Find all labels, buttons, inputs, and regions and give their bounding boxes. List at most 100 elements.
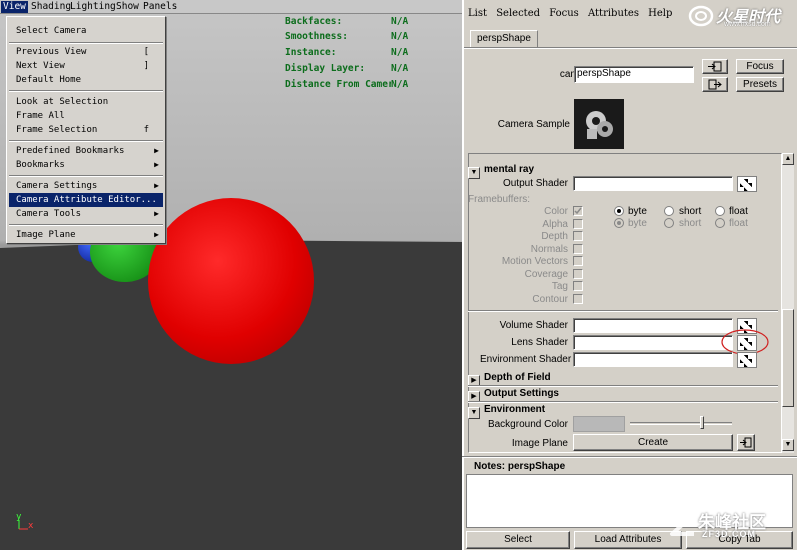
- lens-shader-label: Lens Shader: [511, 337, 568, 348]
- hud-value: N/A: [391, 63, 409, 74]
- menu-selected[interactable]: Selected: [496, 8, 540, 19]
- menu-item-camera-attribute-editor[interactable]: Camera Attribute Editor...: [9, 193, 163, 207]
- radio-label: short: [679, 206, 702, 217]
- menu-focus[interactable]: Focus: [549, 8, 579, 19]
- output-shader-label: Output Shader: [502, 178, 568, 189]
- focus-button[interactable]: Focus: [736, 59, 784, 74]
- menu-item-next-view[interactable]: Next View]: [9, 59, 163, 73]
- section-output-settings[interactable]: ▶ Output Settings: [468, 387, 778, 403]
- image-plane-label: Image Plane: [511, 438, 568, 449]
- section-title: Output Settings: [484, 388, 559, 399]
- menu-panels[interactable]: Panels: [141, 1, 179, 13]
- section-depth-of-field[interactable]: ▶ Depth of Field: [468, 371, 778, 387]
- submenu-arrow-icon: ▶: [154, 209, 159, 218]
- framebuffers-label: Framebuffers:: [468, 194, 531, 205]
- menu-item-camera-tools[interactable]: Camera Tools ▶: [9, 207, 163, 221]
- camera-sample-icon: [586, 111, 613, 139]
- section-divider: [468, 310, 778, 312]
- menu-lighting[interactable]: Lighting: [68, 1, 118, 13]
- map-button-icon[interactable]: [737, 352, 757, 368]
- red-sphere[interactable]: [148, 198, 314, 364]
- menu-item-frame-all[interactable]: Frame All: [9, 109, 163, 123]
- tab-divider: [464, 47, 797, 49]
- background-color-label: Background Color: [487, 419, 568, 430]
- menu-help[interactable]: Help: [648, 8, 672, 19]
- radio-label: float: [729, 218, 748, 229]
- go-to-input-button[interactable]: [702, 59, 728, 74]
- hud-value: N/A: [391, 16, 409, 27]
- output-connection-icon: [708, 79, 722, 90]
- camera-sample-label: Camera Sample: [497, 119, 570, 130]
- shortcut-label: [: [143, 47, 149, 57]
- input-connection-icon: [708, 61, 722, 72]
- section-environment[interactable]: ▼ Environment: [468, 403, 778, 419]
- menu-item-select-camera[interactable]: Select Camera: [9, 24, 163, 38]
- buffer-coverage-checkbox[interactable]: [573, 269, 583, 279]
- input-connection-icon: [740, 437, 752, 448]
- menu-view[interactable]: View: [1, 1, 28, 13]
- menu-item-bookmarks[interactable]: Bookmarks ▶: [9, 158, 163, 172]
- scroll-down-arrow-icon[interactable]: ▼: [782, 439, 794, 451]
- map-button-icon[interactable]: [737, 176, 757, 192]
- menu-separator: [9, 224, 163, 226]
- menu-item-previous-view[interactable]: Previous View[: [9, 45, 163, 59]
- menu-show[interactable]: Show: [114, 1, 141, 13]
- watermark-url: ZF3D.COM: [702, 529, 756, 539]
- menu-item-frame-selection[interactable]: Frame Selection f: [9, 123, 163, 137]
- buffer-label: Depth: [541, 231, 568, 242]
- buffer-normals-checkbox[interactable]: [573, 244, 583, 254]
- menu-item-default-home[interactable]: Default Home: [9, 73, 163, 87]
- radio-float[interactable]: [715, 206, 725, 216]
- collapse-arrow-icon: ▼: [468, 407, 480, 419]
- hud-label: Instance:: [285, 47, 337, 58]
- scrollbar-thumb[interactable]: [782, 309, 794, 407]
- tab-perspshape[interactable]: perspShape: [470, 30, 538, 47]
- create-image-plane-button[interactable]: Create: [573, 434, 733, 451]
- view-menu-dropdown: Select Camera Previous View[ Next View] …: [6, 16, 166, 244]
- section-mental-ray[interactable]: ▼ mental ray: [468, 163, 778, 179]
- buffer-contour-checkbox[interactable]: [573, 294, 583, 304]
- buffer-tag-checkbox[interactable]: [573, 281, 583, 291]
- buffer-label: Normals: [530, 244, 568, 255]
- hud-value: N/A: [391, 47, 409, 58]
- environment-shader-field[interactable]: [573, 352, 733, 367]
- menu-item-camera-settings[interactable]: Camera Settings ▶: [9, 179, 163, 193]
- background-color-swatch[interactable]: [573, 416, 625, 432]
- scroll-up-arrow-icon[interactable]: ▲: [782, 153, 794, 165]
- hud-label: Display Layer:: [285, 63, 366, 74]
- section-title: Environment: [484, 404, 546, 415]
- radio-short[interactable]: [664, 206, 674, 216]
- attribute-editor-menubar: List Selected Focus Attributes Help: [464, 8, 674, 22]
- buffer-motion-vectors-checkbox[interactable]: [573, 256, 583, 266]
- buffer-depth-checkbox[interactable]: [573, 231, 583, 241]
- menu-shading[interactable]: Shading: [29, 1, 73, 13]
- menu-item-predefined-bookmarks[interactable]: Predefined Bookmarks ▶: [9, 144, 163, 158]
- presets-button[interactable]: Presets: [736, 77, 784, 92]
- output-shader-field[interactable]: [573, 176, 733, 191]
- menu-attributes[interactable]: Attributes: [588, 8, 639, 19]
- hud-label: Smoothness:: [285, 31, 348, 42]
- attributes-scrollbar[interactable]: ▲ ▼: [782, 153, 794, 453]
- background-color-slider-track[interactable]: [630, 422, 732, 425]
- image-plane-input-button[interactable]: [737, 434, 755, 451]
- menu-list[interactable]: List: [468, 8, 487, 19]
- buffer-color-checkbox[interactable]: [573, 206, 583, 216]
- go-to-output-button[interactable]: [702, 77, 728, 92]
- checkmark-icon: [574, 207, 582, 215]
- camera-name-field[interactable]: perspShape: [574, 66, 694, 83]
- watermark-logo-top: 火星时代 www.hxsd.com: [688, 2, 797, 30]
- volume-shader-field[interactable]: [573, 318, 733, 333]
- viewport-menubar: View Shading Lighting Show Panels: [0, 0, 462, 14]
- buffer-label: Coverage: [524, 269, 568, 280]
- menu-item-look-at-selection[interactable]: Look at Selection: [9, 95, 163, 109]
- buffer-alpha-checkbox[interactable]: [573, 219, 583, 229]
- menu-item-image-plane[interactable]: Image Plane ▶: [9, 228, 163, 242]
- radio-label: byte: [628, 218, 647, 229]
- background-color-slider-handle[interactable]: [700, 416, 704, 429]
- watermark-z-icon: [670, 514, 694, 536]
- select-button[interactable]: Select: [466, 531, 570, 549]
- menu-separator: [9, 175, 163, 177]
- lens-shader-field[interactable]: [573, 335, 733, 350]
- buffer-label: Tag: [551, 281, 568, 292]
- radio-byte[interactable]: [614, 206, 624, 216]
